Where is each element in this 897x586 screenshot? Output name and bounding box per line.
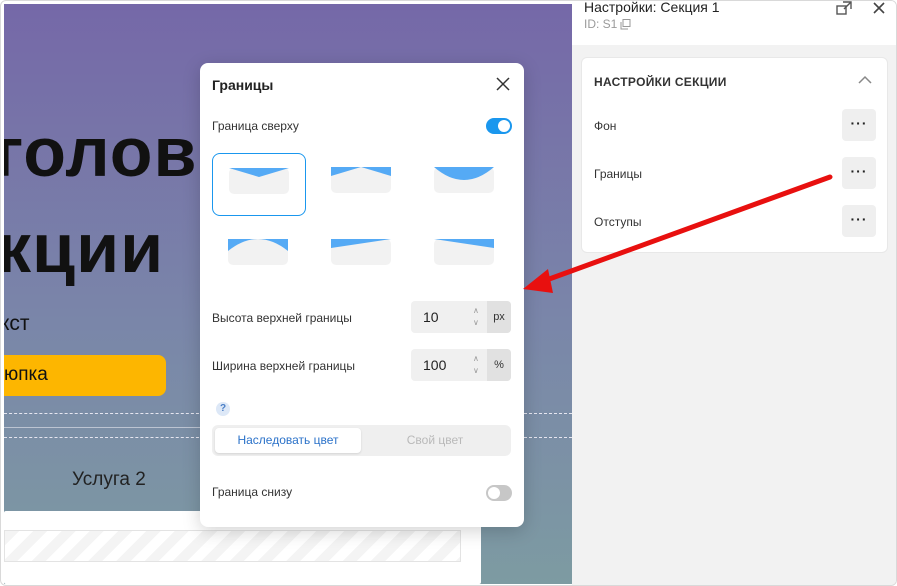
hero-text: кст [4,312,30,335]
guide-line [4,427,204,428]
inherit-color-option[interactable]: Наследовать цвет [215,428,361,453]
guide-line [524,413,572,414]
section-id: ID: S1 [584,17,618,31]
curve-down-shape-icon [434,167,494,193]
hero-title-line2: кции [4,209,165,287]
padding-more-button[interactable]: ··· [842,205,876,237]
shape-option-triangle-down[interactable] [212,153,306,216]
top-width-value: 100 [423,357,447,373]
close-icon[interactable] [496,77,510,91]
setting-background-label: Фон [594,119,617,133]
hero-title-line1: голов [4,113,198,191]
guide-line [4,413,204,414]
curve-up-shape-icon [228,239,288,265]
dialog-title: Границы [212,77,274,93]
panel-header: Настройки: Секция 1 ID: S1 [572,0,896,45]
stepper-arrows-icon[interactable]: ∧ ∨ [473,353,479,377]
triangle-down-shape-icon [229,168,289,194]
stepper-arrows-icon[interactable]: ∧ ∨ [473,305,479,329]
color-mode-switch: Наследовать цвет Свой цвет [212,425,511,456]
setting-padding-label: Отступы [594,215,642,229]
top-height-label: Высота верхней границы [212,311,352,325]
guide-line [524,437,572,438]
panel-title: Настройки: Секция 1 [584,0,720,15]
slant-right-shape-icon [434,239,494,265]
bottom-border-label: Граница снизу [212,485,293,499]
top-height-value: 10 [423,309,439,325]
guide-line [4,437,204,438]
section-settings-heading: НАСТРОЙКИ СЕКЦИИ [594,75,727,89]
top-width-label: Ширина верхней границы [212,359,356,373]
slant-left-shape-icon [331,239,391,265]
toggle-knob [488,487,500,499]
custom-color-option[interactable]: Свой цвет [362,428,508,453]
triangle-up-shape-icon [331,167,391,193]
top-border-label: Граница сверху [212,119,299,133]
bottom-border-toggle[interactable] [486,485,512,501]
top-border-toggle[interactable] [486,118,512,134]
section-settings-card: НАСТРОЙКИ СЕКЦИИ Фон ··· Границы ··· Отс… [581,57,888,253]
shape-option-curve-up[interactable] [212,225,306,288]
help-icon[interactable]: ? [216,402,230,416]
shape-option-slant-left[interactable] [315,225,409,288]
borders-dialog: Границы Граница сверху Высота верхней гр… [200,63,524,527]
service-label: Услуга 2 [72,469,146,490]
background-more-button[interactable]: ··· [842,109,876,141]
top-height-unit: px [487,301,511,333]
shape-option-curve-down[interactable] [418,153,512,216]
shape-option-slant-right[interactable] [418,225,512,288]
top-width-unit: % [487,349,511,381]
shape-option-triangle-up[interactable] [315,153,409,216]
setting-borders-label: Границы [594,167,642,181]
copy-icon[interactable] [620,19,631,30]
app-window: голов кции кст юпка Услуга 2 Настройки: … [0,0,897,586]
top-width-input[interactable]: 100 ∧ ∨ % [411,349,511,381]
popout-icon[interactable] [836,1,852,15]
settings-panel: Настройки: Секция 1 ID: S1 НАСТРОЙКИ СЕК… [572,0,896,585]
close-icon[interactable] [872,1,886,15]
toggle-knob [498,120,510,132]
chevron-up-icon[interactable] [858,75,872,85]
borders-more-button[interactable]: ··· [842,157,876,189]
hero-button[interactable]: юпка [4,355,166,396]
top-height-input[interactable]: 10 ∧ ∨ px [411,301,511,333]
image-placeholder [4,530,461,562]
